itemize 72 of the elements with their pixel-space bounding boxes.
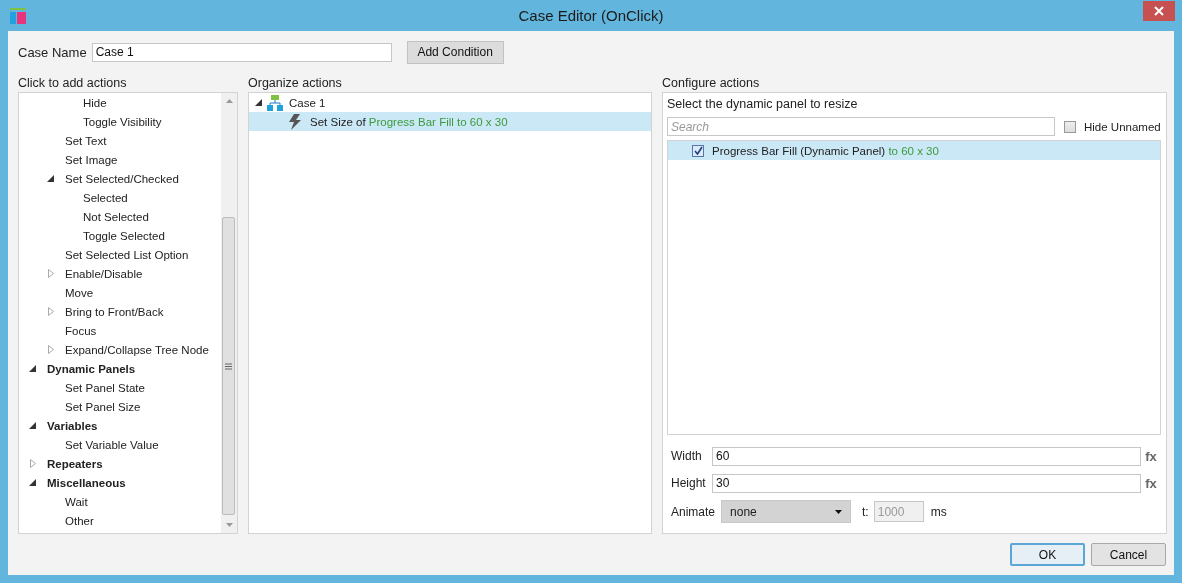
animate-label: Animate bbox=[670, 504, 716, 519]
case-name-field[interactable]: Case 1 bbox=[91, 42, 392, 62]
case-name-label: Case Name bbox=[18, 44, 87, 60]
expand-arrow-icon[interactable] bbox=[47, 345, 55, 354]
action-item[interactable]: Dynamic Panels bbox=[47, 362, 136, 375]
action-item[interactable]: Variables bbox=[47, 419, 98, 432]
grip-icon bbox=[225, 362, 232, 370]
action-item[interactable]: Set Selected/Checked bbox=[65, 172, 179, 185]
app-logo-icon bbox=[9, 7, 27, 25]
instruction-text: Select the dynamic panel to resize bbox=[667, 97, 859, 113]
dialog-button[interactable]: Cancel bbox=[1091, 543, 1166, 566]
scrollbar[interactable] bbox=[221, 93, 237, 533]
scrollbar-thumb[interactable] bbox=[222, 217, 235, 515]
field-label: Height bbox=[670, 476, 707, 490]
checkbox-label: Hide Unnamed bbox=[1084, 120, 1161, 133]
target-label: Progress Bar Fill (Dynamic Panel) to 60 x 30 bbox=[712, 144, 939, 157]
action-item[interactable]: Move bbox=[65, 286, 94, 299]
action-item[interactable]: Set Variable Value bbox=[65, 438, 159, 451]
action-item[interactable]: Bring to Front/Back bbox=[65, 305, 164, 318]
expand-arrow-icon[interactable] bbox=[47, 307, 55, 316]
text-field[interactable]: 60 bbox=[712, 446, 1141, 466]
panel-heading: Configure actions bbox=[662, 76, 761, 92]
action-row[interactable]: Set Size of Progress Bar Fill to 60 x 30 bbox=[249, 112, 651, 131]
action-item[interactable]: Not Selected bbox=[83, 210, 149, 223]
formula-button[interactable]: fx bbox=[1141, 448, 1161, 464]
action-label: Set Size of Progress Bar Fill to 60 x 30 bbox=[310, 115, 508, 128]
field-label: Width bbox=[670, 449, 703, 463]
target-row[interactable]: Progress Bar Fill (Dynamic Panel) to 60 x 30 bbox=[668, 141, 1160, 160]
unit-label: ms bbox=[930, 504, 947, 519]
caret-icon bbox=[835, 509, 843, 514]
action-item[interactable]: Set Image bbox=[65, 153, 118, 166]
case-label[interactable]: Case 1 bbox=[289, 96, 326, 109]
action-item[interactable]: Repeaters bbox=[47, 457, 103, 470]
collapse-arrow-icon[interactable] bbox=[47, 174, 55, 183]
collapse-arrow-icon[interactable] bbox=[255, 98, 263, 107]
action-item[interactable]: Expand/Collapse Tree Node bbox=[65, 343, 209, 356]
dialog-button[interactable]: OK bbox=[1010, 543, 1085, 566]
window-title: Case Editor (OnClick) bbox=[518, 6, 664, 24]
close-button[interactable] bbox=[1143, 1, 1175, 21]
expand-arrow-icon[interactable] bbox=[29, 459, 37, 468]
action-item[interactable]: Set Panel Size bbox=[65, 400, 141, 413]
action-item[interactable]: Focus bbox=[65, 324, 97, 337]
checkbox[interactable] bbox=[692, 144, 704, 157]
panel-heading: Click to add actions bbox=[18, 76, 128, 92]
formula-button[interactable]: fx bbox=[1141, 475, 1161, 491]
action-item[interactable]: Selected bbox=[83, 191, 128, 204]
hierarchy-icon bbox=[267, 94, 283, 111]
search-field[interactable]: Search bbox=[667, 117, 1055, 136]
text-field[interactable]: 30 bbox=[712, 473, 1141, 493]
animate-dropdown[interactable]: none bbox=[721, 500, 852, 523]
action-item[interactable]: Wait bbox=[65, 495, 88, 508]
add-condition-button[interactable]: Add Condition bbox=[406, 40, 504, 64]
action-item[interactable]: Set Text bbox=[65, 134, 107, 147]
action-item[interactable]: Set Panel State bbox=[65, 381, 145, 394]
action-item[interactable]: Set Selected List Option bbox=[65, 248, 189, 261]
scroll-down-icon[interactable] bbox=[225, 523, 233, 527]
action-item[interactable]: Miscellaneous bbox=[47, 476, 126, 489]
scroll-up-icon[interactable] bbox=[225, 99, 233, 103]
close-icon bbox=[1153, 6, 1165, 16]
collapse-arrow-icon[interactable] bbox=[29, 478, 37, 487]
action-item[interactable]: Toggle Selected bbox=[83, 229, 165, 242]
panel-heading: Organize actions bbox=[248, 76, 343, 92]
collapse-arrow-icon[interactable] bbox=[29, 421, 37, 430]
action-item[interactable]: Other bbox=[65, 514, 94, 527]
checkbox[interactable] bbox=[1064, 120, 1076, 133]
action-item[interactable]: Hide bbox=[83, 96, 107, 109]
action-item[interactable]: Toggle Visibility bbox=[83, 115, 162, 128]
action-item[interactable]: Enable/Disable bbox=[65, 267, 143, 280]
lightning-icon bbox=[289, 113, 301, 130]
time-label: t: bbox=[862, 504, 869, 519]
expand-arrow-icon[interactable] bbox=[47, 269, 55, 278]
collapse-arrow-icon[interactable] bbox=[29, 364, 37, 373]
